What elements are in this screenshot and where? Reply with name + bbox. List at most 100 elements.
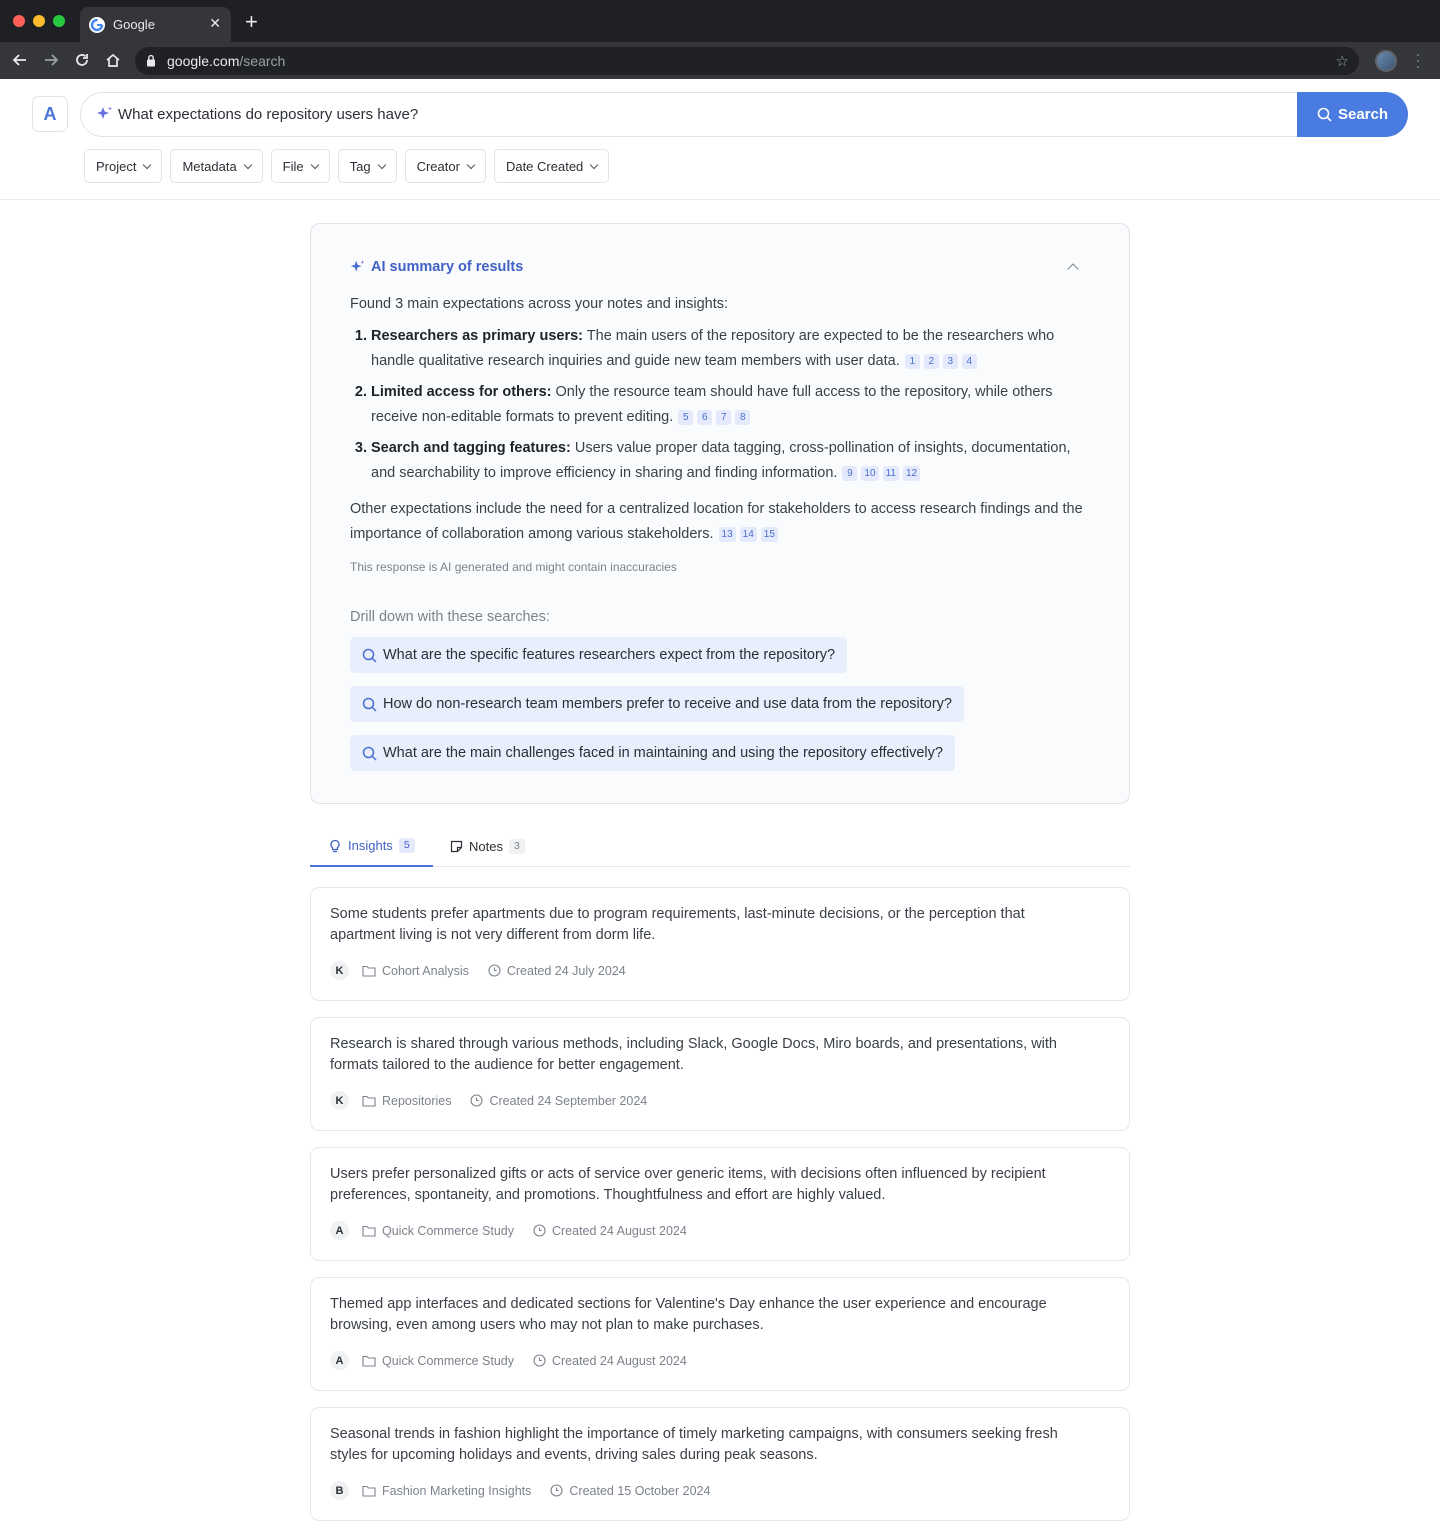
minimize-window-button[interactable] (33, 15, 45, 27)
created-date: Created 24 September 2024 (489, 1093, 648, 1108)
folder-icon (362, 1355, 376, 1367)
citation-badge[interactable]: 14 (739, 527, 757, 542)
insight-text: Research is shared through various metho… (330, 1036, 1057, 1073)
summary-item: 3. Search and tagging features: Users va… (354, 440, 1071, 481)
tab-insights[interactable]: Insights 5 (310, 826, 433, 867)
folder-icon (362, 1485, 376, 1497)
insight-text: Seasonal trends in fashion highlight the… (330, 1426, 1058, 1463)
browser-toolbar: google.com/search ☆ · · · (0, 42, 1440, 79)
new-tab-icon[interactable]: + (245, 11, 258, 33)
author-avatar: A (330, 1221, 349, 1240)
insight-card[interactable]: Some students prefer apartments due to p… (310, 887, 1130, 1001)
search-icon (362, 697, 377, 712)
created-date: Created 24 July 2024 (506, 963, 626, 978)
google-favicon-icon (89, 17, 105, 33)
address-bar[interactable]: google.com/search ☆ (135, 47, 1359, 75)
created-date: Created 15 October 2024 (569, 1483, 711, 1498)
url-text: google.com/search (167, 53, 286, 69)
citation-badge[interactable]: 2 (923, 354, 939, 369)
maximize-window-button[interactable] (53, 15, 65, 27)
chevron-down-icon (377, 160, 386, 169)
search-icon (362, 648, 377, 663)
insight-meta: K Cohort Analysis Created 24 July 2024 (330, 961, 638, 980)
search-icon (1317, 107, 1332, 122)
citation-group: 13 14 15 (718, 527, 778, 542)
drill-down-list: What are the specific features researche… (350, 637, 964, 771)
search-input[interactable]: What expectations do repository users ha… (118, 106, 418, 123)
summary-list: 1. Researchers as primary users: The mai… (350, 324, 1090, 492)
browser-menu-icon[interactable]: · · · (1414, 47, 1422, 73)
close-window-button[interactable] (13, 15, 25, 27)
reload-icon[interactable] (72, 50, 92, 70)
ai-summary-title[interactable]: AI summary of results (350, 259, 523, 275)
sparkle-icon (97, 106, 112, 119)
citation-badge[interactable]: 9 (842, 466, 858, 481)
citation-badge[interactable]: 13 (718, 527, 736, 542)
profile-avatar[interactable] (1375, 50, 1397, 72)
author-avatar: K (330, 1091, 349, 1110)
filter-date-created[interactable]: Date Created (493, 149, 610, 183)
filter-tag[interactable]: Tag (337, 149, 397, 183)
citation-group: 1234 (904, 354, 977, 369)
search-button[interactable]: Search (1297, 92, 1408, 137)
browser-titlebar: Google ✕ + (0, 0, 1440, 42)
drill-down-label: Drill down with these searches: (350, 609, 550, 625)
citation-badge[interactable]: 10 (861, 466, 879, 481)
home-icon[interactable] (103, 50, 123, 70)
insight-card[interactable]: Users prefer personalized gifts or acts … (310, 1147, 1130, 1261)
citation-badge[interactable]: 11 (882, 466, 899, 481)
author-avatar: K (330, 961, 349, 980)
app-logo[interactable]: A (32, 96, 68, 132)
author-avatar: A (330, 1351, 349, 1370)
project-name[interactable]: Repositories (382, 1094, 451, 1108)
project-name[interactable]: Quick Commerce Study (382, 1224, 514, 1238)
folder-icon (362, 1095, 376, 1107)
tab-notes[interactable]: Notes 3 (450, 826, 525, 867)
project-name[interactable]: Cohort Analysis (382, 964, 469, 978)
back-arrow-icon[interactable] (10, 50, 30, 70)
drill-down-search[interactable]: What are the specific features researche… (350, 637, 848, 673)
chevron-down-icon (310, 160, 319, 169)
citation-group: 9 10 11 12 (842, 466, 921, 481)
insight-card[interactable]: Seasonal trends in fashion highlight the… (310, 1407, 1130, 1521)
summary-item: 1. Researchers as primary users: The mai… (354, 328, 1055, 369)
folder-icon (362, 965, 376, 977)
citation-badge[interactable]: 5 (678, 410, 694, 425)
ai-summary-card: AI summary of results Found 3 main expec… (310, 223, 1130, 804)
filter-project[interactable]: Project (84, 149, 163, 183)
citation-badge[interactable]: 15 (760, 527, 778, 542)
chevron-down-icon (243, 160, 252, 169)
drill-down-search[interactable]: How do non-research team members prefer … (350, 686, 964, 722)
chevron-up-icon[interactable] (1067, 263, 1079, 275)
citation-badge[interactable]: 8 (735, 410, 751, 425)
citation-badge[interactable]: 3 (942, 354, 958, 369)
filter-metadata[interactable]: Metadata (170, 149, 263, 183)
bookmark-star-icon[interactable]: ☆ (1336, 52, 1349, 70)
chevron-down-icon (143, 160, 152, 169)
notes-count: 3 (508, 839, 525, 854)
citation-badge[interactable]: 12 (902, 466, 921, 481)
insight-meta: K Repositories Created 24 September 2024 (330, 1091, 659, 1110)
insight-card[interactable]: Research is shared through various metho… (310, 1017, 1130, 1131)
citation-badge[interactable]: 4 (961, 354, 977, 369)
filter-file[interactable]: File (270, 149, 330, 183)
citation-badge[interactable]: 1 (904, 354, 920, 369)
sparkle-icon (350, 260, 365, 272)
citation-badge[interactable]: 7 (716, 410, 732, 425)
forward-arrow-icon[interactable] (41, 50, 61, 70)
created-date: Created 24 August 2024 (551, 1223, 687, 1238)
ai-disclaimer: This response is AI generated and might … (350, 560, 677, 574)
search-bar[interactable]: What expectations do repository users ha… (80, 92, 1408, 137)
summary-item: 2. Limited access for others: Only the r… (354, 384, 1053, 425)
filter-creator[interactable]: Creator (404, 149, 486, 183)
tab-close-icon[interactable]: ✕ (209, 15, 221, 32)
chevron-down-icon (590, 160, 599, 169)
insight-card[interactable]: Themed app interfaces and dedicated sect… (310, 1277, 1130, 1391)
insight-meta: B Fashion Marketing Insights Created 15 … (330, 1481, 722, 1500)
insight-text: Users prefer personalized gifts or acts … (330, 1166, 1046, 1203)
drill-down-search[interactable]: What are the main challenges faced in ma… (350, 735, 955, 771)
citation-badge[interactable]: 6 (697, 410, 713, 425)
project-name[interactable]: Fashion Marketing Insights (382, 1484, 531, 1498)
browser-tab[interactable]: Google ✕ (80, 7, 231, 42)
project-name[interactable]: Quick Commerce Study (382, 1354, 514, 1368)
